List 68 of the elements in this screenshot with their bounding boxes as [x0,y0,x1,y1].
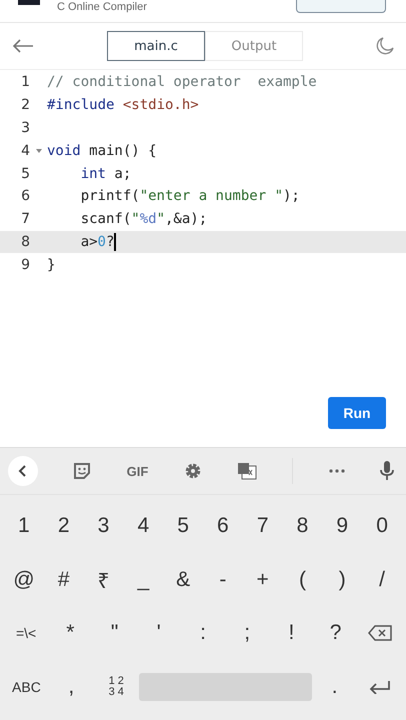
key[interactable]: 1 [4,499,44,553]
gif-button[interactable]: GIF [126,464,148,478]
key[interactable]: _ [123,552,164,606]
line-number: 5 [20,166,30,182]
line-number: 8 [20,234,30,250]
more-icon[interactable] [328,469,345,473]
key[interactable]: 9 [322,499,362,553]
sticker-icon[interactable] [73,462,92,480]
key[interactable]: - [202,552,243,606]
code-text: } [47,256,56,273]
backspace-icon[interactable] [368,625,392,642]
mic-icon[interactable] [380,461,394,481]
code-text: int a; [80,166,132,182]
key[interactable]: : [180,606,226,660]
key[interactable]: 5 [163,499,203,553]
header-button[interactable] [296,0,386,13]
key[interactable]: , [48,660,94,714]
key[interactable]: ) [322,552,362,606]
run-button[interactable]: Run [328,397,386,429]
code-text: a>0? [80,234,114,250]
line-number: 3 [20,120,30,136]
code-text: void main() { [47,142,157,159]
logo [18,0,40,5]
key[interactable]: & [163,552,203,606]
moon-icon[interactable] [376,37,394,55]
line-number: 6 [20,188,30,204]
line-number: 1 [20,74,30,90]
code-text: #include <stdio.h> [47,97,199,114]
tab[interactable]: Output [205,31,303,61]
key[interactable]: 7 [242,499,283,553]
key[interactable]: 4 [123,499,164,553]
line-number: 2 [20,97,30,114]
key[interactable]: * [48,606,92,660]
key[interactable]: ( [282,552,322,606]
key[interactable]: / [362,552,402,606]
code-text: printf("enter a number "); [80,188,300,204]
line-number: 9 [20,256,30,273]
key[interactable]: # [44,552,84,606]
line-number: 4 [20,142,30,159]
key[interactable]: ! [269,606,314,660]
key[interactable]: 3 [84,499,124,553]
key[interactable]: 6 [202,499,243,553]
line-number: 7 [20,211,30,228]
numpad-key[interactable]: 1 2 3 4 [94,660,139,714]
key[interactable]: @ [4,552,44,606]
fold-icon[interactable] [36,148,42,153]
code-text: scanf("%d",&a); [80,211,208,228]
key[interactable]: + [242,552,283,606]
key[interactable]: ABC [4,660,49,714]
tab[interactable]: main.c [107,31,205,61]
app-subtitle: C Online Compiler [57,1,147,13]
back-arrow-icon[interactable] [12,39,34,53]
key[interactable]: . [312,660,358,714]
key[interactable]: 8 [282,499,322,553]
back-button[interactable] [8,456,38,486]
key[interactable]: =\< [4,606,48,660]
settings-icon[interactable] [184,462,202,480]
key[interactable]: ? [314,606,358,660]
key[interactable]: ' [136,606,181,660]
key[interactable]: 2 [44,499,84,553]
key[interactable]: " [92,606,137,660]
translate-icon[interactable] [236,462,257,480]
code-text: // conditional operator example [47,74,317,90]
key[interactable]: 0 [362,499,402,553]
key[interactable]: ₹ [84,552,124,606]
chevron-left-icon [18,465,28,477]
enter-icon[interactable] [368,680,391,694]
key[interactable]: ; [225,606,270,660]
